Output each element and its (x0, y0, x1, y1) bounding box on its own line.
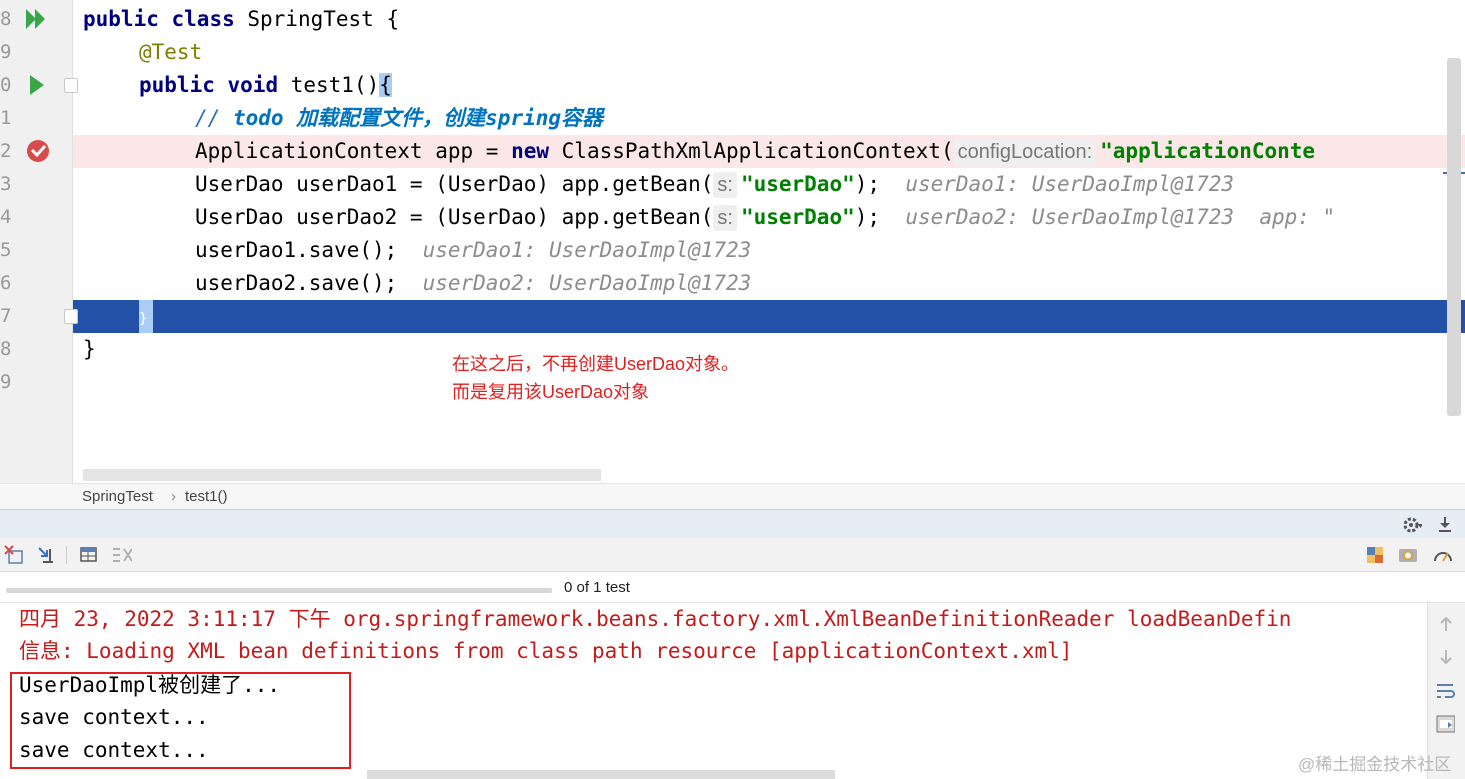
line-number: 9 (0, 41, 12, 63)
code-line: // todo 加载配置文件，创建spring容器 (195, 106, 604, 130)
run-panel-header (0, 509, 1465, 538)
console-line: 四月 23, 2022 3:11:17 下午 org.springframewo… (19, 607, 1292, 631)
parameter-hint: s: (713, 205, 737, 231)
breadcrumb: SpringTest › test1() (0, 483, 1465, 509)
line-number: 2 (0, 140, 12, 162)
parameter-hint: s: (713, 172, 737, 198)
brace-highlight: } (139, 300, 153, 333)
code-line: userDao1.save(); userDao1: UserDaoImpl@1… (195, 238, 752, 262)
inline-debug-value: userDao2: UserDaoImpl@1723 (397, 271, 752, 295)
camera-icon[interactable] (1398, 545, 1418, 565)
test-progress-bar (6, 588, 552, 593)
scroll-up-icon[interactable] (1437, 615, 1457, 635)
code-editor[interactable]: 8 9 0 1 2 3 4 5 6 7 8 9 public class Spr… (0, 0, 1465, 483)
download-icon[interactable] (1437, 515, 1457, 535)
breadcrumb-class[interactable]: SpringTest (82, 488, 153, 505)
horizontal-scrollbar[interactable] (83, 469, 601, 481)
vertical-scrollbar[interactable] (1447, 58, 1461, 416)
code-line: public void test1(){ (139, 73, 392, 97)
code-line: public class SpringTest { (83, 7, 400, 31)
inline-debug-value: userDao2: UserDaoImpl@1723 app: " (880, 205, 1336, 229)
line-number: 8 (0, 338, 12, 360)
breadcrumb-method[interactable]: test1() (185, 488, 228, 505)
highlight-box (10, 672, 351, 769)
watermark: @稀土掘金技术社区 (1298, 755, 1452, 774)
fold-marker[interactable] (64, 309, 78, 324)
run-all-icon[interactable] (25, 8, 49, 30)
inline-debug-value: userDao1: UserDaoImpl@1723 (397, 238, 752, 262)
rerun-failed-icon[interactable] (4, 545, 24, 565)
console-horizontal-scrollbar[interactable] (367, 770, 835, 779)
inline-debug-value: userDao1: UserDaoImpl@1723 (880, 172, 1235, 196)
console-line: 信息: Loading XML bean definitions from cl… (19, 639, 1073, 663)
run-toolbar (0, 538, 1465, 572)
gutter[interactable]: 8 9 0 1 2 3 4 5 6 7 8 9 (0, 0, 78, 483)
soft-wrap-icon[interactable] (1435, 681, 1455, 701)
code-line: @Test (139, 40, 203, 64)
layout-icon[interactable] (1365, 545, 1385, 565)
annotation-note: 在这之后，不再创建UserDao对象。 而是复用该UserDao对象 (452, 354, 740, 402)
line-number: 4 (0, 206, 12, 228)
line-number: 7 (0, 305, 12, 327)
collapse-icon[interactable] (112, 545, 132, 565)
line-number: 1 (0, 107, 12, 129)
parameter-hint: configLocation: (953, 139, 1097, 165)
run-icon[interactable] (28, 74, 46, 96)
speed-icon[interactable] (1432, 545, 1452, 565)
gear-icon[interactable] (1402, 515, 1422, 535)
code-line: } (83, 337, 96, 361)
test-count: 0 of 1 test (564, 579, 630, 596)
fold-marker[interactable] (64, 78, 78, 93)
code-line: UserDao userDao2 = (UserDao) app.getBean… (195, 205, 1336, 231)
scroll-down-icon[interactable] (1437, 648, 1457, 668)
line-number: 9 (0, 371, 12, 393)
breakpoint-icon[interactable] (25, 138, 53, 164)
line-number: 5 (0, 239, 12, 261)
table-icon[interactable] (79, 545, 99, 565)
sort-icon[interactable] (37, 545, 57, 565)
current-execution-line: } (73, 300, 1465, 333)
line-number: 6 (0, 272, 12, 294)
print-icon[interactable] (1435, 713, 1455, 733)
code-line: userDao2.save(); userDao2: UserDaoImpl@1… (195, 271, 752, 295)
line-number: 8 (0, 8, 12, 30)
code-line: UserDao userDao1 = (UserDao) app.getBean… (195, 172, 1235, 198)
line-number: 0 (0, 74, 12, 96)
line-number: 3 (0, 173, 12, 195)
breadcrumb-separator: › (171, 488, 176, 505)
test-status-row: 0 of 1 test (0, 573, 1465, 603)
code-line-breakpoint: ApplicationContext app = new ClassPathXm… (73, 135, 1465, 168)
